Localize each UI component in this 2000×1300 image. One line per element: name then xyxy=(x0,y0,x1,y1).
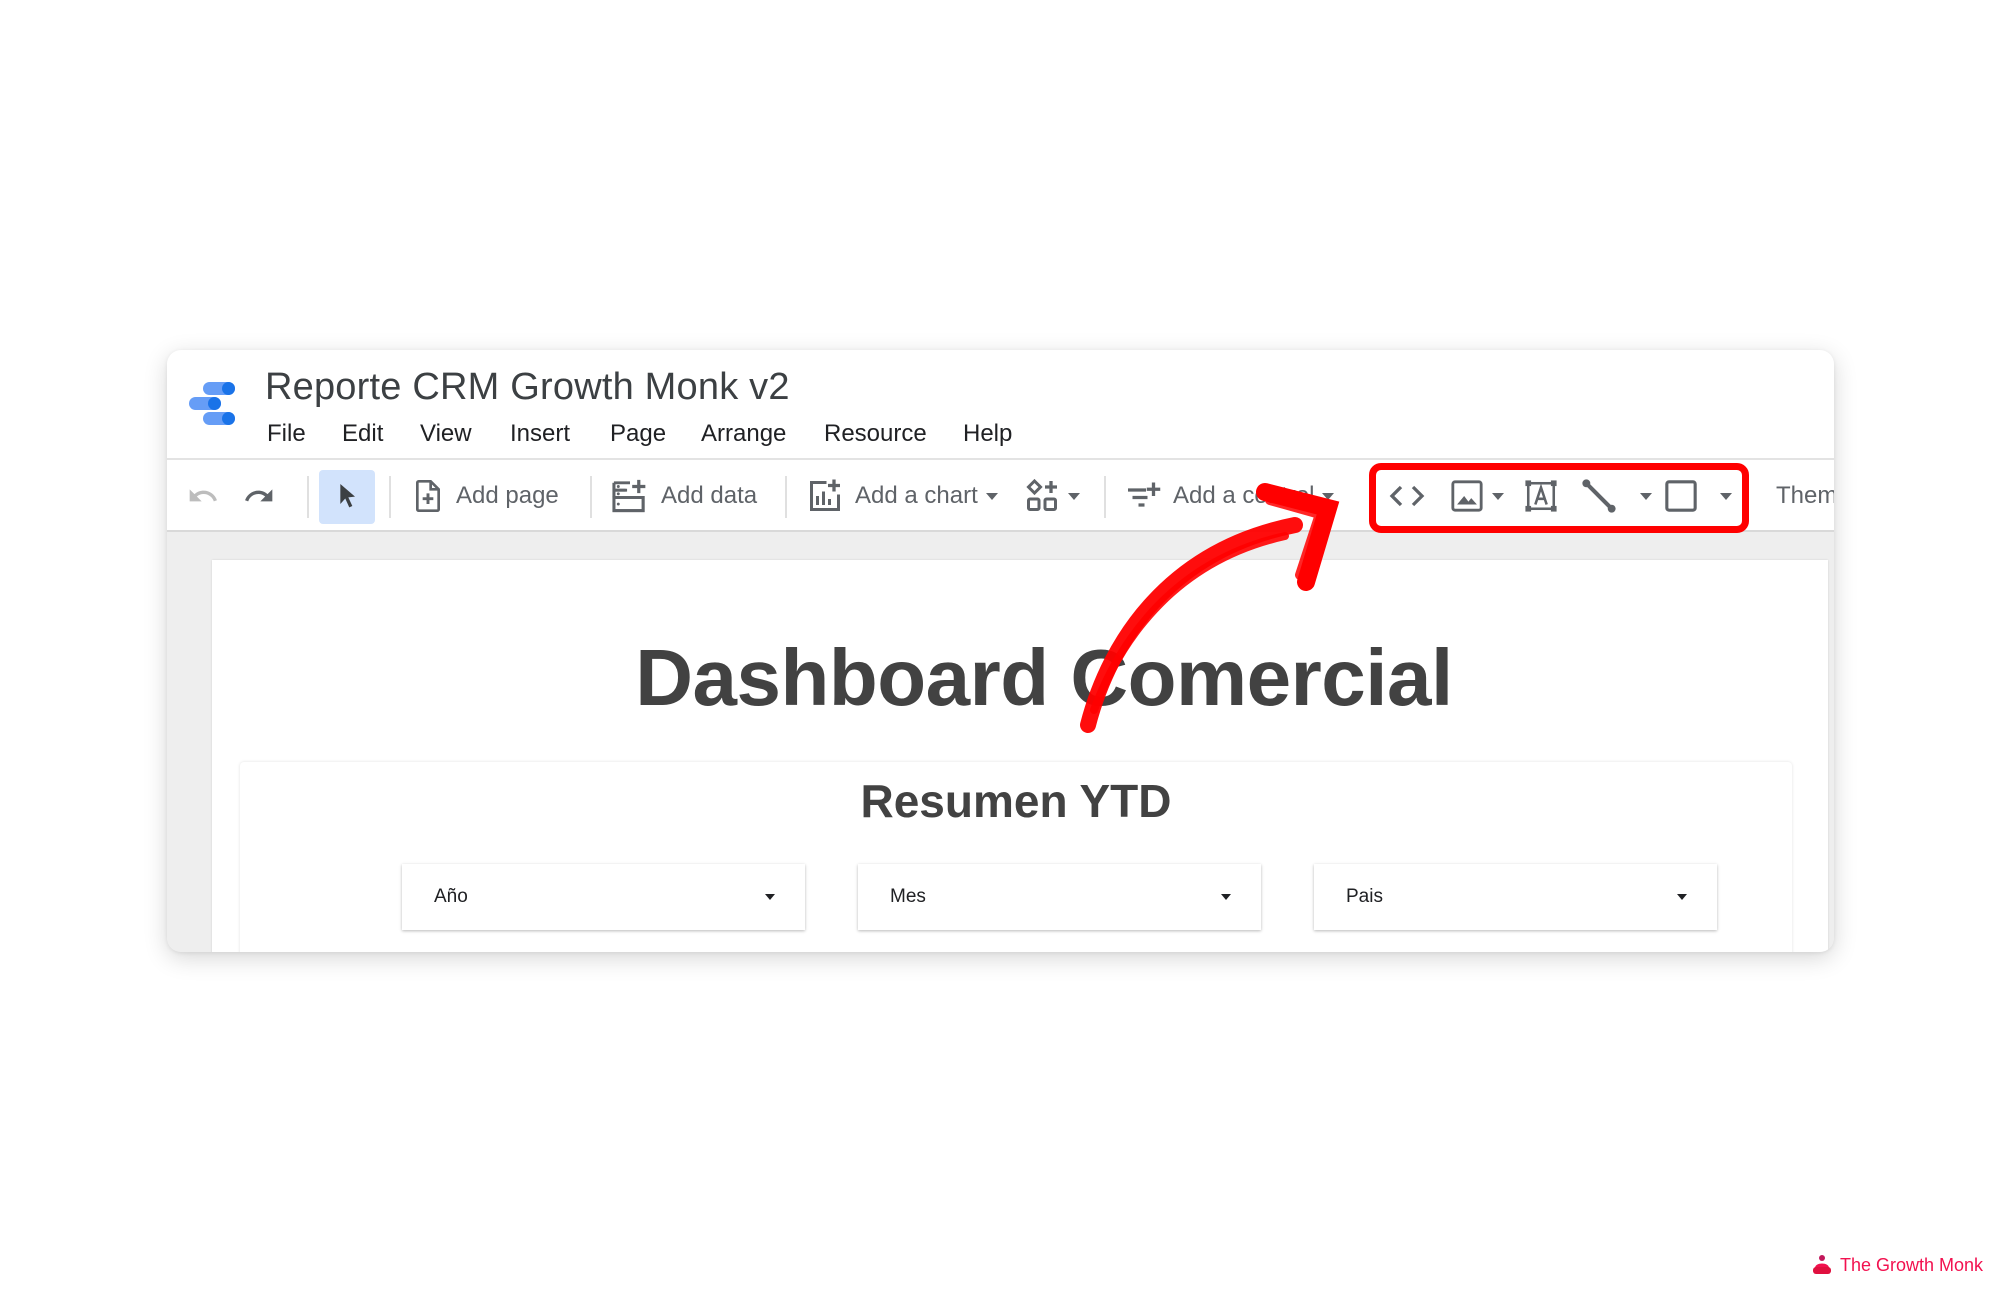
add-control-label: Add a control xyxy=(1173,482,1315,509)
title-bar: Reporte CRM Growth Monk v2 File Edit Vie… xyxy=(167,350,1834,460)
add-control-button[interactable]: Add a control xyxy=(1125,460,1335,532)
add-page-label: Add page xyxy=(456,482,559,509)
chevron-down-icon xyxy=(1492,492,1504,500)
summary-section: Resumen YTD Año Mes Pais xyxy=(240,762,1792,952)
chevron-down-icon xyxy=(765,894,775,900)
menu-file[interactable]: File xyxy=(267,420,306,448)
theme-label: Them xyxy=(1776,482,1834,509)
toolbar-divider xyxy=(785,476,787,518)
add-chart-button[interactable]: Add a chart xyxy=(807,460,998,532)
text-button[interactable] xyxy=(1524,460,1558,532)
add-page-button[interactable]: Add page xyxy=(412,460,559,532)
watermark: The Growth Monk xyxy=(1812,1254,1983,1276)
image-button[interactable] xyxy=(1450,460,1504,532)
code-embed-icon xyxy=(1389,485,1425,507)
looker-studio-logo xyxy=(189,382,235,425)
report-canvas: Dashboard Comercial Resumen YTD Año Mes … xyxy=(167,534,1834,952)
watermark-text: The Growth Monk xyxy=(1840,1254,1984,1275)
menu-insert[interactable]: Insert xyxy=(510,420,570,448)
report-title[interactable]: Reporte CRM Growth Monk v2 xyxy=(265,366,790,409)
menu-help[interactable]: Help xyxy=(963,420,1012,448)
add-chart-icon xyxy=(810,479,840,511)
chevron-down-icon xyxy=(1221,894,1231,900)
menu-view[interactable]: View xyxy=(420,420,472,448)
redo-icon xyxy=(245,489,273,502)
filter-country-dropdown[interactable]: Pais xyxy=(1314,864,1717,930)
toolbar-divider xyxy=(590,476,592,518)
chevron-down-icon xyxy=(1640,492,1652,500)
add-data-label: Add data xyxy=(661,482,758,509)
undo-icon xyxy=(189,489,217,502)
monk-hat-icon xyxy=(1813,1255,1831,1274)
select-tool-button[interactable] xyxy=(331,460,363,532)
cursor-arrow-icon xyxy=(340,484,355,508)
community-visualizations-icon xyxy=(1026,478,1057,511)
rectangle-shape-icon xyxy=(1665,480,1697,512)
filter-month-dropdown[interactable]: Mes xyxy=(858,864,1261,930)
add-control-icon xyxy=(1128,482,1161,507)
filter-month-label: Mes xyxy=(890,886,926,907)
menu-resource[interactable]: Resource xyxy=(824,420,927,448)
add-data-button[interactable]: Add data xyxy=(611,460,757,532)
section-title: Resumen YTD xyxy=(860,775,1172,827)
toolbar: Add page Add data Add a chart Add a cont… xyxy=(167,460,1834,532)
dashboard-title: Dashboard Comercial xyxy=(635,633,1453,722)
filter-year-dropdown[interactable]: Año xyxy=(402,864,805,930)
add-data-icon xyxy=(612,479,646,513)
text-box-icon xyxy=(1525,480,1557,512)
menu-edit[interactable]: Edit xyxy=(342,420,383,448)
undo-button[interactable] xyxy=(187,460,219,532)
filter-year-label: Año xyxy=(434,886,468,907)
menu-arrange[interactable]: Arrange xyxy=(701,420,786,448)
redo-button[interactable] xyxy=(243,460,275,532)
add-page-icon xyxy=(416,480,440,512)
chevron-down-icon xyxy=(1322,492,1335,500)
chevron-down-icon xyxy=(1068,492,1080,500)
line-button[interactable] xyxy=(1580,460,1652,532)
report-page: Dashboard Comercial Resumen YTD Año Mes … xyxy=(212,560,1828,952)
toolbar-divider xyxy=(307,476,309,518)
toolbar-divider xyxy=(1104,476,1106,518)
toolbar-divider xyxy=(389,476,391,518)
chevron-down-icon xyxy=(985,492,998,500)
chevron-down-icon xyxy=(1677,894,1687,900)
community-visualizations-button[interactable] xyxy=(1024,460,1080,532)
theme-and-layout-button[interactable]: Them xyxy=(1776,460,1834,532)
chevron-down-icon xyxy=(1720,492,1732,500)
add-chart-label: Add a chart xyxy=(855,482,978,509)
shape-button[interactable] xyxy=(1664,460,1732,532)
filter-country-label: Pais xyxy=(1346,886,1383,907)
looker-studio-window: Reporte CRM Growth Monk v2 File Edit Vie… xyxy=(167,350,1834,952)
line-icon xyxy=(1582,479,1616,513)
image-icon xyxy=(1451,480,1483,512)
embed-url-button[interactable] xyxy=(1389,460,1425,532)
menu-page[interactable]: Page xyxy=(610,420,666,448)
